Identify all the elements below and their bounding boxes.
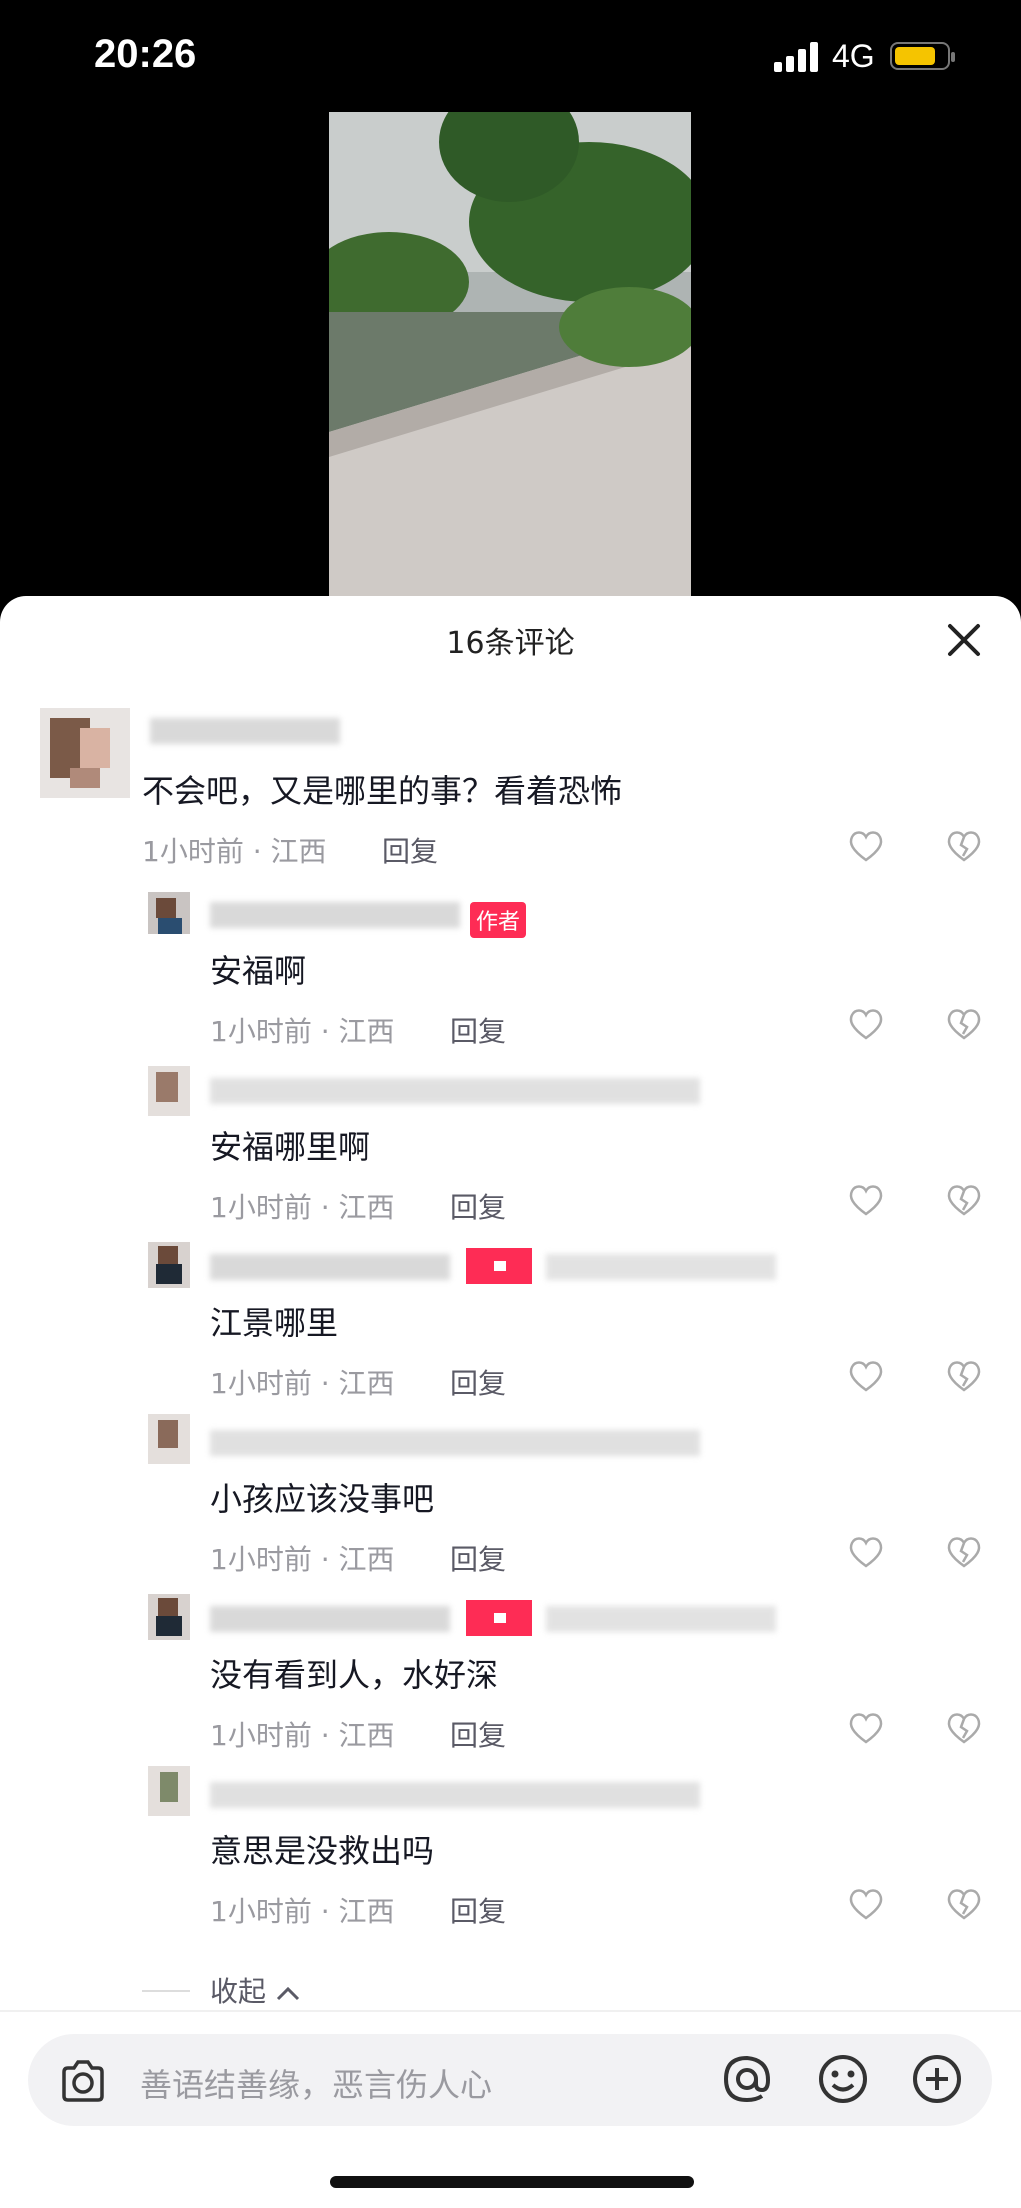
broken-heart-icon[interactable] — [944, 1004, 984, 1044]
comment-text: 小孩应该没事吧 — [210, 1480, 435, 1518]
heart-icon[interactable] — [846, 1708, 886, 1748]
username-blurred[interactable] — [210, 1606, 450, 1632]
avatar[interactable] — [148, 1414, 190, 1464]
avatar[interactable] — [148, 1066, 190, 1116]
comment-input-bar[interactable]: 善语结善缘，恶言伤人心 — [28, 2034, 992, 2126]
comment-meta: 1小时前 · 江西 — [142, 835, 327, 868]
comment-input[interactable]: 善语结善缘，恶言伤人心 — [140, 2060, 492, 2106]
reply-button[interactable]: 回复 — [450, 1538, 506, 1578]
chevron-up-icon — [276, 1986, 299, 2001]
heart-icon[interactable] — [846, 1004, 886, 1044]
signal-icon — [774, 42, 818, 72]
collapse-divider — [142, 1990, 190, 1992]
comment-meta: 1小时前 · 江西 — [210, 1367, 395, 1400]
comment-count-title: 16条评论 — [446, 626, 575, 661]
username-blurred[interactable] — [210, 1430, 700, 1456]
status-bar: 20:26 4G — [0, 0, 1021, 120]
reply-button[interactable]: 回复 — [450, 1010, 506, 1050]
avatar[interactable] — [148, 1766, 190, 1816]
avatar[interactable] — [40, 708, 130, 798]
username-blurred — [546, 1254, 776, 1280]
battery-icon — [890, 42, 955, 70]
heart-icon[interactable] — [846, 1356, 886, 1396]
reply-button[interactable]: 回复 — [450, 1186, 506, 1226]
heart-icon[interactable] — [846, 1884, 886, 1924]
add-icon[interactable] — [908, 2050, 966, 2108]
reply-button[interactable]: 回复 — [382, 830, 438, 870]
comment-text: 没有看到人，水好深 — [210, 1656, 499, 1694]
comment-meta: 1小时前 · 江西 — [210, 1191, 395, 1224]
collapse-replies-button[interactable]: 收起 — [210, 1970, 301, 2010]
comment-meta: 1小时前 · 江西 — [210, 1543, 395, 1576]
comment-meta: 1小时前 · 江西 — [210, 1015, 395, 1048]
avatar[interactable] — [148, 1594, 190, 1640]
status-time: 20:26 — [94, 32, 197, 76]
comment-meta: 1小时前 · 江西 — [210, 1895, 395, 1928]
reply-button[interactable]: 回复 — [450, 1714, 506, 1754]
broken-heart-icon[interactable] — [944, 1356, 984, 1396]
comment-text: 不会吧，又是哪里的事？看着恐怖 — [142, 772, 623, 810]
username-blurred[interactable] — [210, 1782, 700, 1808]
avatar[interactable] — [148, 892, 190, 934]
badge-blurred — [466, 1600, 532, 1636]
username-blurred — [546, 1606, 776, 1632]
broken-heart-icon[interactable] — [944, 1180, 984, 1220]
broken-heart-icon[interactable] — [944, 826, 984, 866]
avatar[interactable] — [148, 1242, 190, 1288]
reply-button[interactable]: 回复 — [450, 1890, 506, 1930]
broken-heart-icon[interactable] — [944, 1708, 984, 1748]
video-frame[interactable] — [329, 112, 691, 596]
username-blurred[interactable] — [150, 718, 340, 744]
username-blurred[interactable] — [210, 1078, 700, 1104]
input-divider — [0, 2010, 1021, 2012]
username-blurred[interactable] — [210, 902, 460, 928]
comment-text: 安福哪里啊 — [210, 1128, 371, 1166]
author-badge: 作者 — [470, 902, 527, 938]
network-label: 4G — [832, 38, 875, 74]
heart-icon[interactable] — [846, 1180, 886, 1220]
badge-blurred — [466, 1248, 532, 1284]
heart-icon[interactable] — [846, 826, 886, 866]
heart-icon[interactable] — [846, 1532, 886, 1572]
comment-text: 江景哪里 — [210, 1304, 339, 1342]
at-mention-icon[interactable] — [718, 2050, 776, 2108]
reply-button[interactable]: 回复 — [450, 1362, 506, 1402]
emoji-icon[interactable] — [814, 2050, 872, 2108]
close-icon[interactable] — [944, 620, 984, 660]
broken-heart-icon[interactable] — [944, 1884, 984, 1924]
collapse-label: 收起 — [210, 1975, 267, 2008]
broken-heart-icon[interactable] — [944, 1532, 984, 1572]
camera-icon[interactable] — [56, 2054, 110, 2108]
comment-meta: 1小时前 · 江西 — [210, 1719, 395, 1752]
comment-text: 安福啊 — [210, 952, 307, 990]
username-blurred[interactable] — [210, 1254, 450, 1280]
comment-text: 意思是没救出吗 — [210, 1832, 435, 1870]
home-indicator[interactable] — [330, 2176, 694, 2188]
